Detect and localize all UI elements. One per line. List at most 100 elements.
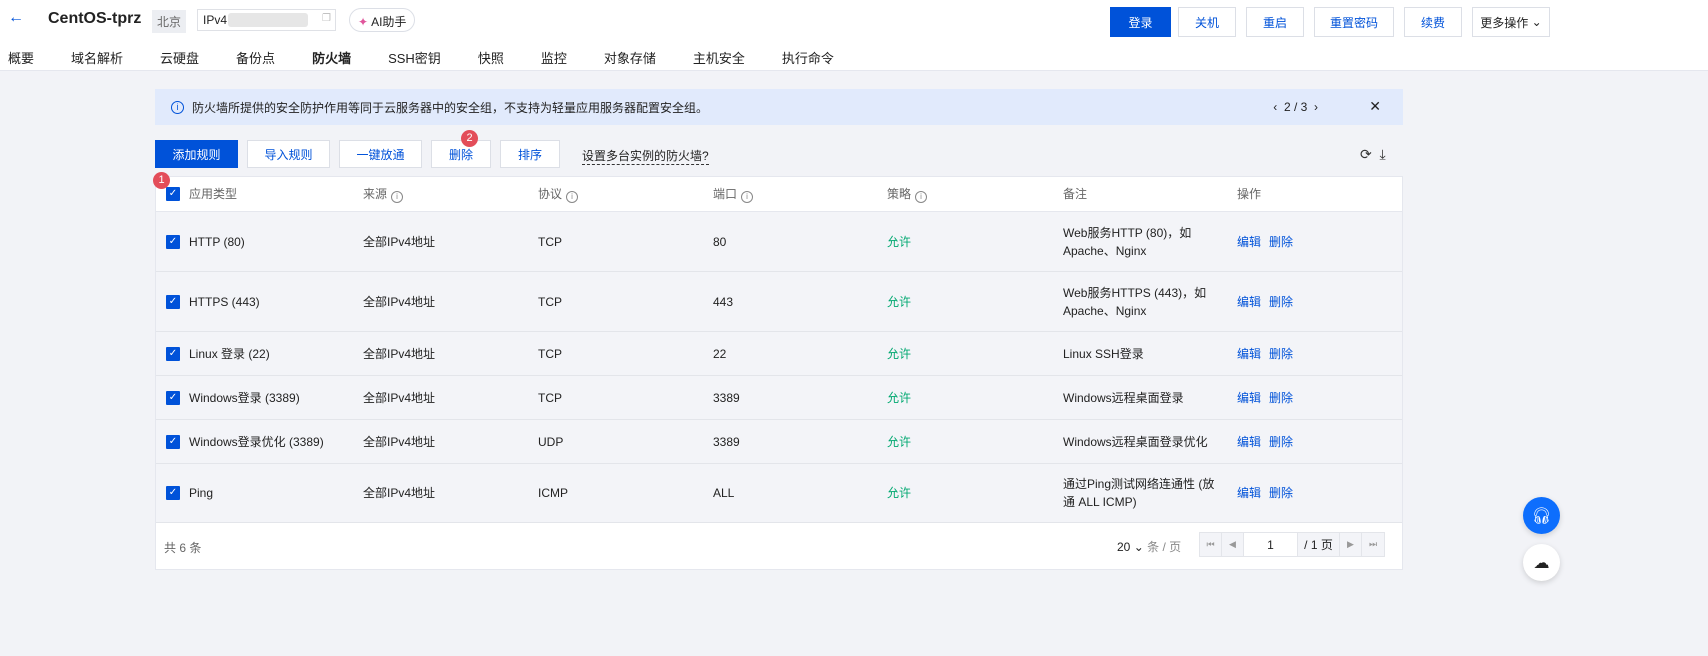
refresh-icon[interactable]: ⟳ <box>1360 146 1372 162</box>
cell-port: 80 <box>713 234 727 249</box>
page-size-value: 20 <box>1117 540 1131 554</box>
tab-ssh-keys[interactable]: SSH密钥 <box>388 48 441 67</box>
row-checkbox[interactable]: ✓ <box>166 234 180 249</box>
restart-button[interactable]: 重启 <box>1246 7 1304 37</box>
info-icon[interactable]: i <box>915 191 928 203</box>
support-headset-icon[interactable]: 🎧︎ <box>1523 497 1560 534</box>
select-all-checkbox[interactable]: ✓ <box>166 187 180 201</box>
next-page-icon[interactable]: ▶ <box>1340 533 1362 556</box>
sort-button[interactable]: 排序 <box>500 140 560 168</box>
delete-link[interactable]: 删除 <box>1269 435 1293 449</box>
tab-dns[interactable]: 域名解析 <box>71 48 123 67</box>
table-row: ✓ Linux 登录 (22) 全部IPv4地址 TCP 22 允许 Linux SSH登录… <box>156 332 1402 376</box>
cell-policy: 允许 <box>887 346 912 361</box>
edit-link[interactable]: 编辑 <box>1237 235 1261 249</box>
info-icon[interactable]: i <box>741 191 754 203</box>
tab-monitor[interactable]: 监控 <box>541 48 567 67</box>
tab-firewall[interactable]: 防火墙 <box>312 48 351 67</box>
tab-object-storage[interactable]: 对象存储 <box>604 48 656 67</box>
cloud-notification-icon[interactable]: ☁ <box>1523 544 1560 581</box>
row-checkbox[interactable]: ✓ <box>166 434 180 449</box>
import-rules-button[interactable]: 导入规则 <box>247 140 330 168</box>
delete-link[interactable]: 删除 <box>1269 391 1293 405</box>
cell-port: 3389 <box>713 434 740 449</box>
row-checkbox[interactable]: ✓ <box>166 294 180 309</box>
info-icon: i <box>171 100 184 114</box>
delete-link[interactable]: 删除 <box>1269 235 1293 249</box>
cell-policy: 允许 <box>887 486 912 500</box>
edit-link[interactable]: 编辑 <box>1237 391 1261 405</box>
edit-link[interactable]: 编辑 <box>1237 347 1261 361</box>
header-policy-label: 策略 <box>887 187 912 201</box>
prev-page-icon[interactable]: ◀ <box>1222 533 1244 556</box>
delete-link[interactable]: 删除 <box>1269 486 1293 500</box>
row-checkbox[interactable]: ✓ <box>166 346 180 361</box>
open-all-button[interactable]: 一键放通 <box>339 140 422 168</box>
last-page-icon[interactable]: ⏭ <box>1362 533 1384 556</box>
cell-port: ALL <box>713 486 735 500</box>
prev-notice-icon[interactable]: ‹ <box>1273 100 1277 114</box>
header-app-type: 应用类型 <box>189 187 238 201</box>
edit-link[interactable]: 编辑 <box>1237 295 1261 309</box>
tab-host-security[interactable]: 主机安全 <box>693 48 745 67</box>
chevron-down-icon: ⌄ <box>1531 15 1542 29</box>
firewall-rules-table: ✓ 应用类型 来源 i 协议 i 端口 i 策略 i 备注 操作 ✓ HTTP (80) 全… <box>155 176 1403 570</box>
row-checkbox[interactable]: ✓ <box>166 486 180 500</box>
more-actions-dropdown[interactable]: 更多操作 ⌄ <box>1472 7 1550 37</box>
tab-snapshot[interactable]: 快照 <box>478 48 504 67</box>
add-rule-button[interactable]: 添加规则 <box>155 140 238 168</box>
edit-link[interactable]: 编辑 <box>1237 435 1261 449</box>
ai-assistant-button[interactable]: ✦ AI助手 <box>349 8 416 32</box>
multi-instance-link[interactable]: 设置多台实例的防火墙? <box>582 147 709 165</box>
cell-policy: 允许 <box>887 390 912 405</box>
shutdown-button[interactable]: 关机 <box>1178 7 1236 37</box>
table-row: ✓ Windows登录 (3389) 全部IPv4地址 TCP 3389 允许 Window… <box>156 376 1402 420</box>
login-button[interactable]: 登录 <box>1110 7 1171 37</box>
page-input[interactable]: 1 <box>1244 533 1298 556</box>
tab-overview[interactable]: 概要 <box>8 48 34 67</box>
info-icon[interactable]: i <box>566 191 579 203</box>
ip-field: IPv4 ❐ <box>197 9 336 31</box>
header-source-label: 来源 <box>363 187 388 201</box>
more-label: 更多操作 <box>1480 15 1529 30</box>
cell-port: 22 <box>713 346 727 361</box>
tab-bar: 概要 域名解析 云硬盘 备份点 防火墙 SSH密钥 快照 监控 对象存储 主机安… <box>8 48 871 67</box>
back-arrow-icon[interactable]: ← <box>8 9 24 27</box>
first-page-icon[interactable]: ⏮ <box>1200 533 1222 556</box>
cell-note: Windows远程桌面登录优化 <box>1063 434 1208 449</box>
tab-backup[interactable]: 备份点 <box>236 48 275 67</box>
table-row: ✓ Ping 全部IPv4地址 ICMP ALL 允许 通过Ping测试网络连通性 (放通 … <box>156 464 1402 523</box>
edit-link[interactable]: 编辑 <box>1237 486 1261 500</box>
delete-link[interactable]: 删除 <box>1269 295 1293 309</box>
delete-link[interactable]: 删除 <box>1269 347 1293 361</box>
download-icon[interactable]: ⤓ <box>1380 146 1386 162</box>
cell-source: 全部IPv4地址 <box>363 346 436 361</box>
cell-protocol: ICMP <box>538 486 568 500</box>
tab-run-command[interactable]: 执行命令 <box>782 48 834 67</box>
info-icon[interactable]: i <box>391 191 404 203</box>
renew-button[interactable]: 续费 <box>1404 7 1462 37</box>
ip-label: IPv4 <box>203 13 228 27</box>
row-checkbox[interactable]: ✓ <box>166 390 180 405</box>
table-row: ✓ HTTPS (443) 全部IPv4地址 TCP 443 允许 Web服务HTTPS (… <box>156 272 1402 332</box>
copy-icon[interactable]: ❐ <box>322 13 331 24</box>
chevron-down-icon: ⌄ <box>1133 540 1144 554</box>
reset-password-button[interactable]: 重置密码 <box>1314 7 1394 37</box>
tab-cloud-disk[interactable]: 云硬盘 <box>160 48 199 67</box>
close-icon[interactable]: ✕ <box>1369 98 1381 115</box>
ai-label: AI助手 <box>371 15 407 29</box>
cell-port: 3389 <box>713 390 740 405</box>
page-size-select[interactable]: 20 ⌄ 条 / 页 <box>1117 538 1181 555</box>
cell-app: Windows登录 (3389) <box>189 390 300 405</box>
total-pages: / 1 页 <box>1298 533 1340 556</box>
delete-button[interactable]: 删除 <box>431 140 491 168</box>
cell-note: Linux SSH登录 <box>1063 346 1144 361</box>
table-row: ✓ HTTP (80) 全部IPv4地址 TCP 80 允许 Web服务HTTP (80)，… <box>156 212 1402 272</box>
next-notice-icon[interactable]: › <box>1314 100 1318 114</box>
cell-port: 443 <box>713 294 734 309</box>
table-tools: ⟳ ⤓ <box>1360 146 1386 163</box>
header-policy: 策略 i <box>887 185 928 203</box>
cell-note: Windows远程桌面登录 <box>1063 390 1184 405</box>
instance-title: CentOS-tprz <box>48 10 142 27</box>
ip-redacted <box>228 13 308 27</box>
